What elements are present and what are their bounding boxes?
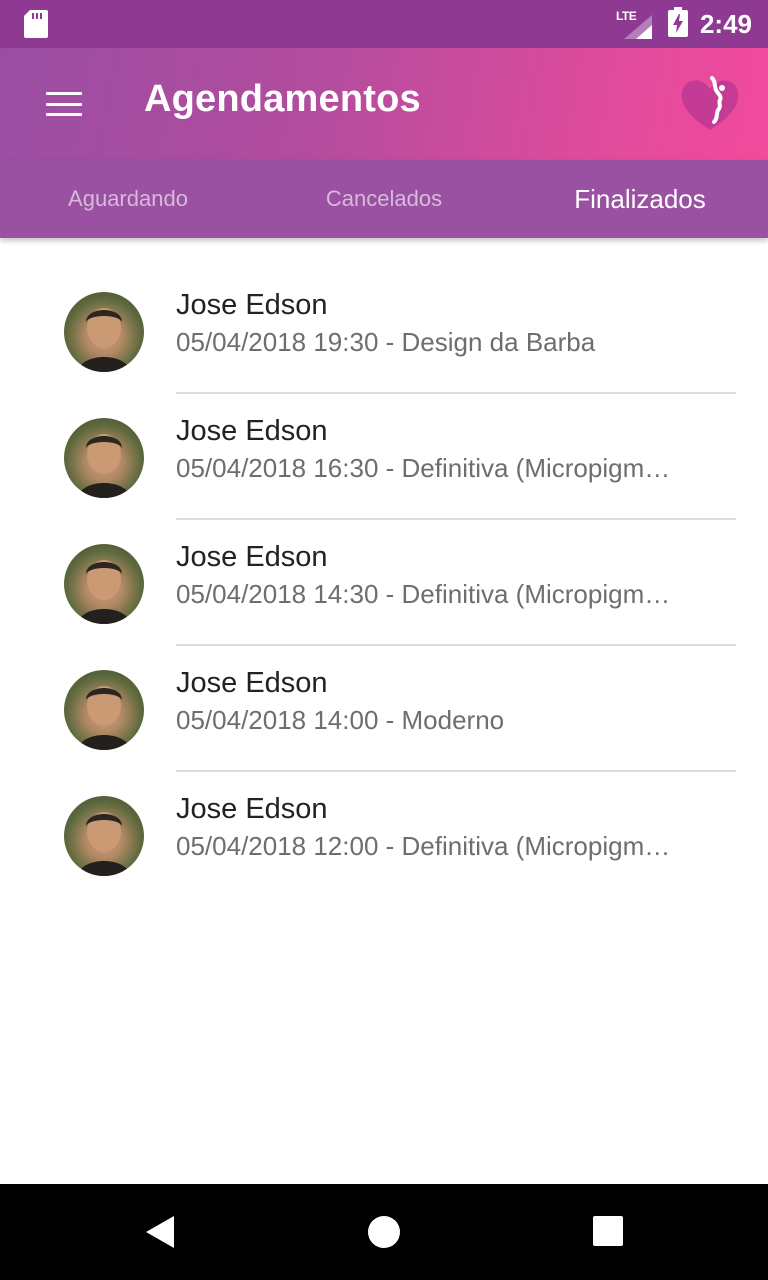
hamburger-menu-icon-line <box>46 113 82 116</box>
appointment-detail: 05/04/2018 12:00 - Definitiva (Micropigm… <box>176 831 671 861</box>
status-indicators: LTE 2:49 <box>616 0 752 48</box>
appointment-info: Jose Edson 05/04/2018 19:30 - Design da … <box>176 286 706 360</box>
client-name: Jose Edson <box>176 541 328 573</box>
tab-bar: Aguardando Cancelados Finalizados <box>0 160 768 238</box>
appointment-info: Jose Edson 05/04/2018 14:30 - Definitiva… <box>176 538 706 612</box>
avatar <box>64 418 144 498</box>
tab-finalizados[interactable]: Finalizados <box>512 160 768 238</box>
avatar <box>64 670 144 750</box>
heart-face-logo-icon <box>678 72 742 141</box>
sd-card-icon <box>24 10 48 43</box>
appointment-info: Jose Edson 05/04/2018 16:30 - Definitiva… <box>176 412 706 486</box>
app-bar: Agendamentos <box>0 48 768 160</box>
appointment-info: Jose Edson 05/04/2018 12:00 - Definitiva… <box>176 790 706 864</box>
battery-charging-icon <box>667 6 688 42</box>
avatar <box>64 544 144 624</box>
lte-signal-icon: LTE <box>616 9 654 39</box>
hamburger-menu-icon-line <box>46 102 82 106</box>
client-name: Jose Edson <box>176 415 328 447</box>
avatar <box>64 796 144 876</box>
list-item[interactable]: Jose Edson 05/04/2018 12:00 - Definitiva… <box>0 772 768 898</box>
back-triangle-icon[interactable] <box>144 1214 176 1255</box>
client-name: Jose Edson <box>176 667 328 699</box>
client-name: Jose Edson <box>176 289 328 321</box>
appointment-detail: 05/04/2018 16:30 - Definitiva (Micropigm… <box>176 453 671 483</box>
appointment-detail: 05/04/2018 14:30 - Definitiva (Micropigm… <box>176 579 671 609</box>
tab-aguardando[interactable]: Aguardando <box>0 160 256 238</box>
hamburger-menu-icon <box>46 92 82 95</box>
status-bar: LTE 2:49 <box>0 0 768 48</box>
appointment-detail: 05/04/2018 19:30 - Design da Barba <box>176 327 596 357</box>
list-item[interactable]: Jose Edson 05/04/2018 16:30 - Definitiva… <box>0 394 768 520</box>
recents-square-icon[interactable] <box>592 1214 624 1251</box>
appointment-list: Jose Edson 05/04/2018 19:30 - Design da … <box>0 238 768 898</box>
clock: 2:49 <box>699 8 752 39</box>
list-item[interactable]: Jose Edson 05/04/2018 19:30 - Design da … <box>0 268 768 394</box>
navigation-bar <box>0 1184 768 1280</box>
appointment-detail: 05/04/2018 14:00 - Moderno <box>176 705 505 735</box>
avatar <box>64 292 144 372</box>
list-item[interactable]: Jose Edson 05/04/2018 14:30 - Definitiva… <box>0 520 768 646</box>
menu-button[interactable] <box>40 84 88 124</box>
client-name: Jose Edson <box>176 793 328 825</box>
appointment-info: Jose Edson 05/04/2018 14:00 - Moderno <box>176 664 706 738</box>
list-item[interactable]: Jose Edson 05/04/2018 14:00 - Moderno <box>0 646 768 772</box>
page-title: Agendamentos <box>144 78 421 120</box>
home-circle-icon[interactable] <box>366 1214 402 1255</box>
tab-cancelados[interactable]: Cancelados <box>256 160 512 238</box>
